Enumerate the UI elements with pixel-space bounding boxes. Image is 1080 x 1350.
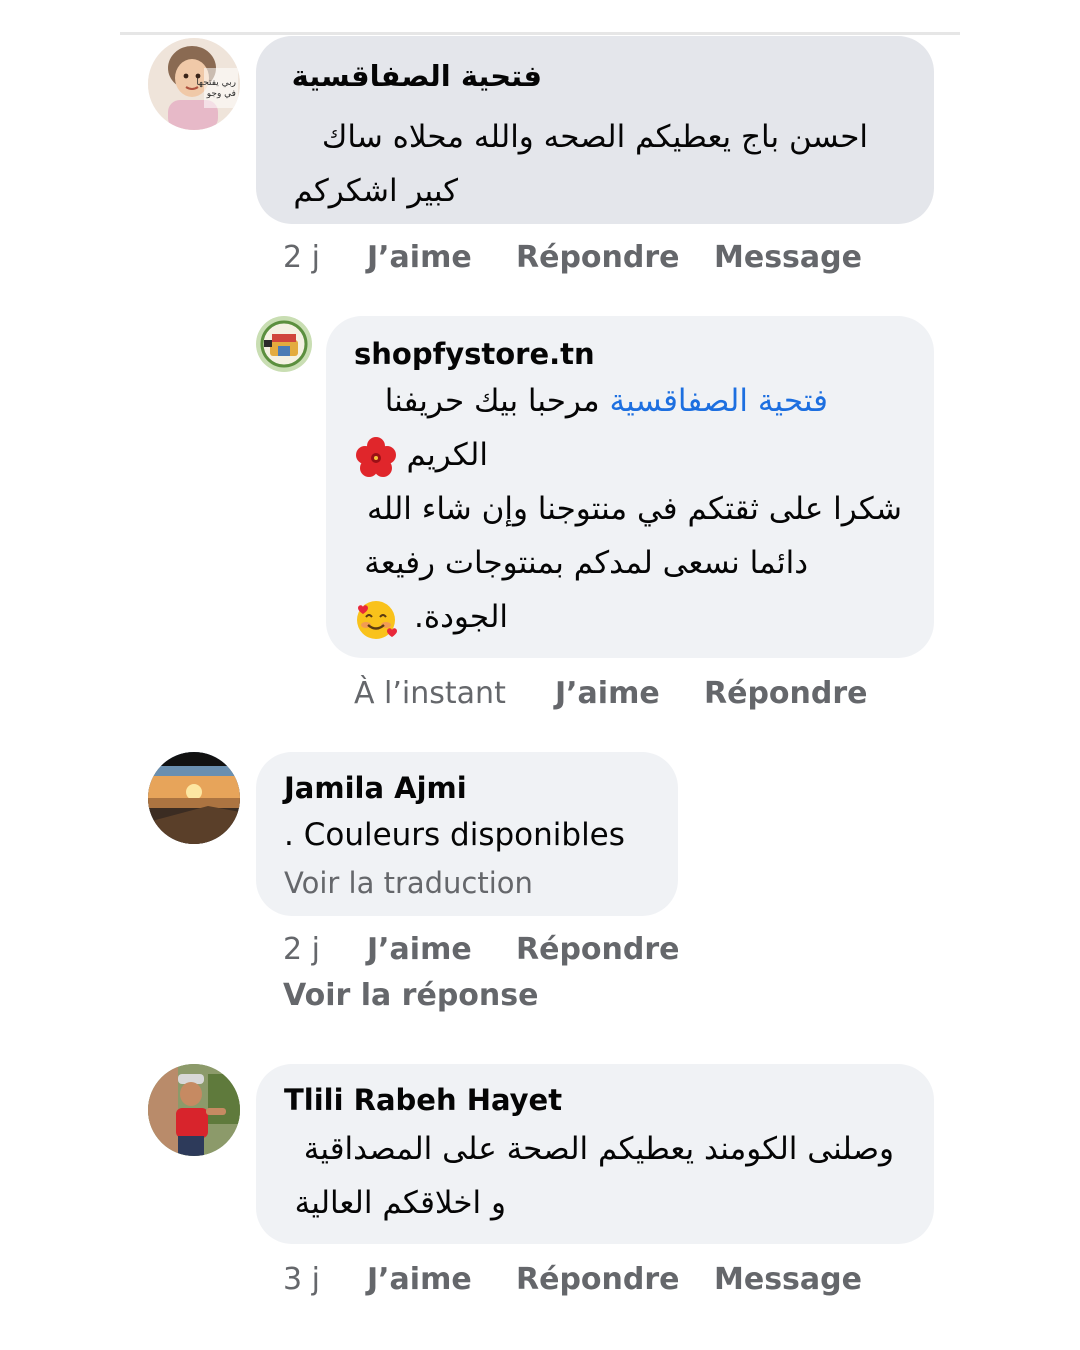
comment-text-line: الكريم <box>326 428 488 482</box>
message-button[interactable]: Message <box>714 1262 862 1298</box>
comment-author[interactable]: فتحية الصفاقسية <box>284 58 542 94</box>
boy-photo-avatar <box>148 1064 240 1156</box>
comment-text-line: كبير اشكركم <box>293 173 458 209</box>
comment-text-line: احسن باج يعطيكم الصحه والله محلاه ساك <box>321 119 868 155</box>
see-translation-link[interactable]: Voir la traduction <box>284 856 533 910</box>
avatar-caption: ربي يفتحها في وجو <box>196 78 236 99</box>
comment-author[interactable]: Jamila Ajmi <box>284 770 467 806</box>
hibiscus-emoji <box>356 437 396 477</box>
like-button[interactable]: J’aime <box>555 676 660 712</box>
comment-bubble-tlili[interactable]: Tlili Rabeh Hayet وصلنى الكومند يعطيكم ا… <box>256 1064 934 1244</box>
reply-button[interactable]: Répondre <box>516 240 680 276</box>
comment-bubble-shopfystore[interactable]: shopfystore.tn فتحية الصفاقسية مرحبا بيك… <box>326 316 934 658</box>
comment-text-line: دائما نسعى لمدكم بمنتوجات رفيعة <box>364 545 808 581</box>
comment-bubble-jamila[interactable]: Jamila Ajmi . Couleurs disponibles Voir … <box>256 752 678 916</box>
comment-text-line: وصلنى الكومند يعطيكم الصحة على المصداقية <box>303 1131 894 1167</box>
like-button[interactable]: J’aime <box>367 1262 472 1298</box>
mention-link[interactable]: فتحية الصفاقسية <box>609 383 828 419</box>
reply-button[interactable]: Répondre <box>516 932 680 968</box>
comment-text: الجودة. <box>414 599 508 635</box>
comment-text-line: فتحية الصفاقسية مرحبا بيك حريفنا <box>326 374 828 428</box>
avatar-tlili[interactable] <box>148 1064 240 1156</box>
smiling-face-with-hearts-emoji <box>357 601 397 639</box>
sunset-photo-avatar <box>148 752 240 844</box>
like-button[interactable]: J’aime <box>367 240 472 276</box>
avatar-shopfystore[interactable] <box>256 316 312 372</box>
message-button[interactable]: Message <box>714 240 862 276</box>
comment-text-line: و اخلاقكم العالية <box>294 1185 506 1221</box>
like-button[interactable]: J’aime <box>367 932 472 968</box>
comment-author[interactable]: Tlili Rabeh Hayet <box>284 1082 562 1118</box>
comment-time: 2 j <box>283 240 320 275</box>
avatar-jamila[interactable] <box>148 752 240 844</box>
reply-button[interactable]: Répondre <box>704 676 868 712</box>
comment-text: . Couleurs disponibles <box>284 817 625 853</box>
comment-bubble-fathia[interactable]: فتحية الصفاقسية احسن باج يعطيكم الصحه وا… <box>256 36 934 224</box>
comment-time: 3 j <box>283 1262 320 1297</box>
comment-time: À l’instant <box>354 676 506 711</box>
view-reply-link[interactable]: Voir la réponse <box>283 978 538 1014</box>
reply-button[interactable]: Répondre <box>516 1262 680 1298</box>
comment-text: الكريم <box>406 437 488 473</box>
comment-time: 2 j <box>283 932 320 967</box>
comment-author[interactable]: shopfystore.tn <box>354 336 595 372</box>
shopfystore-logo-avatar <box>256 316 312 372</box>
comment-text: مرحبا بيك حريفنا <box>384 383 600 419</box>
comment-text-line: شكرا على ثقتكم في منتوجنا وإن شاء الله <box>366 491 902 527</box>
